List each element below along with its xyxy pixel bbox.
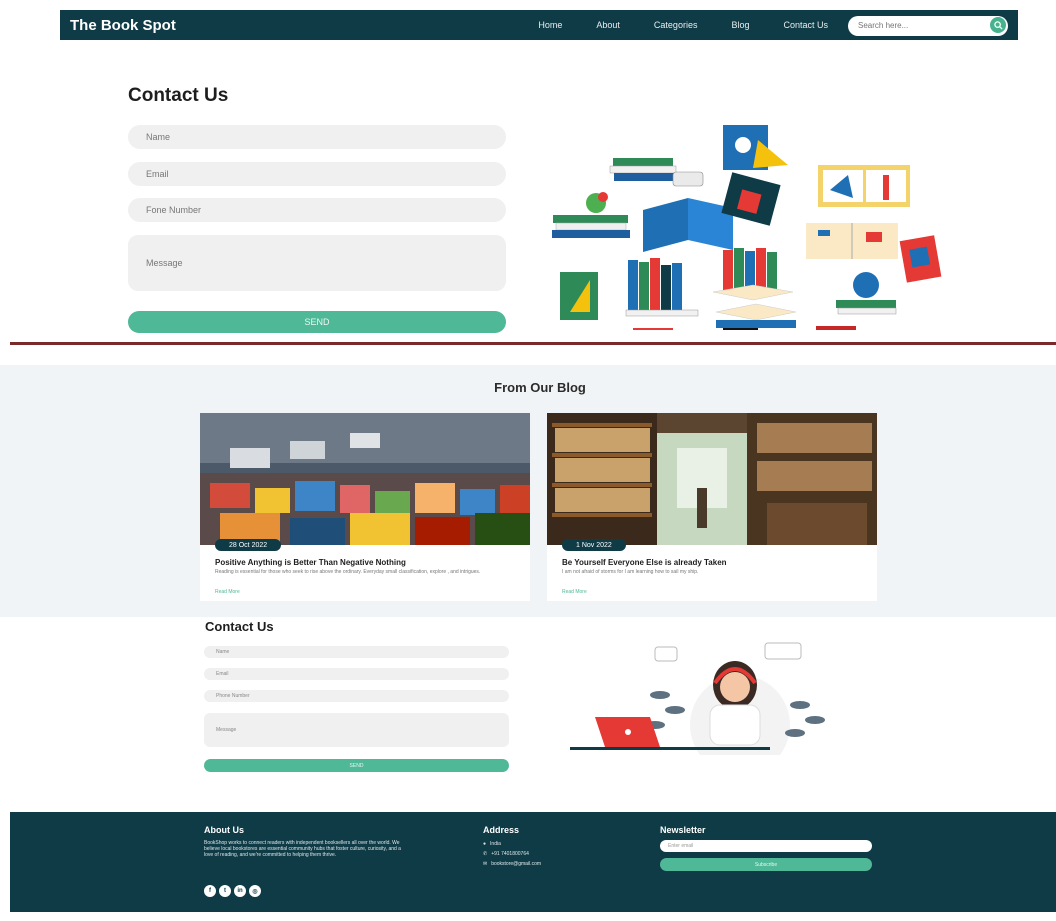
nav-about-link[interactable]: About [596, 20, 620, 30]
phone-icon: ✆ [483, 851, 488, 857]
address-location: ● India [483, 841, 501, 847]
post-title[interactable]: Be Yourself Everyone Else is already Tak… [562, 558, 727, 567]
blog-card[interactable]: 28 Oct 2022 Positive Anything is Better … [200, 413, 530, 601]
address-location-text: India [490, 841, 501, 847]
search-input[interactable] [848, 15, 1008, 36]
nav-blog-link[interactable]: Blog [731, 20, 749, 30]
post-excerpt: Reading is essential for those who seek … [215, 569, 481, 575]
brand-logo[interactable]: The Book Spot [70, 17, 176, 34]
post-excerpt: I am not afraid of storms for I am learn… [562, 569, 699, 575]
blog-card[interactable]: 1 Nov 2022 Be Yourself Everyone Else is … [547, 413, 877, 601]
social-links: f t in ◎ [204, 885, 261, 897]
instagram-icon[interactable]: ◎ [249, 885, 261, 897]
nav-contact-link[interactable]: Contact Us [783, 20, 828, 30]
library-photo [547, 413, 877, 545]
nav-home-link[interactable]: Home [538, 20, 562, 30]
address-email: ✉ bookstore@gmail.com [483, 861, 541, 867]
footer-about-title: About Us [204, 825, 244, 835]
name-field[interactable]: Name [204, 646, 509, 658]
subscribe-button[interactable]: Subscribe [660, 858, 872, 871]
address-phone-text: +91 7401800764 [491, 851, 529, 857]
address-phone: ✆ +91 7401800764 [483, 851, 529, 857]
date-badge: 1 Nov 2022 [562, 539, 626, 551]
email-field[interactable]: Email [204, 668, 509, 680]
nav-links: Home About Categories Blog Contact Us [538, 20, 828, 30]
mail-icon: ✉ [483, 861, 488, 867]
phone-field[interactable]: Phone Number [204, 690, 509, 702]
contact-title: Contact Us [128, 85, 229, 106]
message-field[interactable]: Message [128, 235, 506, 291]
twitter-icon[interactable]: t [219, 885, 231, 897]
blog-title: From Our Blog [494, 380, 586, 395]
send-button[interactable]: SEND [204, 759, 509, 772]
search-button[interactable] [990, 17, 1006, 33]
footer-about-text: BookShop works to connect readers with i… [204, 840, 401, 858]
read-more-link[interactable]: Read More [562, 589, 587, 595]
contact-title-secondary: Contact Us [205, 619, 274, 634]
footer-newsletter-title: Newsletter [660, 825, 706, 835]
footer-address-title: Address [483, 825, 520, 835]
customer-support-illustration [570, 642, 825, 755]
linkedin-icon[interactable]: in [234, 885, 246, 897]
top-navbar: The Book Spot Home About Categories Blog… [60, 10, 1018, 40]
nav-categories-link[interactable]: Categories [654, 20, 698, 30]
search-icon [993, 20, 1003, 30]
books-illustration [552, 125, 942, 330]
bookstore-photo [200, 413, 530, 545]
name-field[interactable]: Name [128, 125, 506, 149]
location-pin-icon: ● [483, 841, 487, 847]
footer: About Us BookShop works to connect reade… [10, 812, 1056, 912]
read-more-link[interactable]: Read More [215, 589, 240, 595]
email-field[interactable]: Email [128, 162, 506, 186]
send-button[interactable]: SEND [128, 311, 506, 333]
search-box [848, 15, 1008, 36]
address-email-text[interactable]: bookstore@gmail.com [491, 861, 541, 867]
blog-section: From Our Blog 28 Oct 2022 Positive Anyth… [0, 365, 1056, 617]
date-badge: 28 Oct 2022 [215, 539, 282, 551]
message-field[interactable]: Message [204, 713, 509, 747]
section-divider [10, 342, 1056, 345]
facebook-icon[interactable]: f [204, 885, 216, 897]
contact-section-primary: Contact Us Name Email Fone Number Messag… [0, 40, 1056, 335]
post-title[interactable]: Positive Anything is Better Than Negativ… [215, 558, 406, 567]
newsletter-email-input[interactable]: Enter email [660, 840, 872, 852]
phone-field[interactable]: Fone Number [128, 198, 506, 222]
